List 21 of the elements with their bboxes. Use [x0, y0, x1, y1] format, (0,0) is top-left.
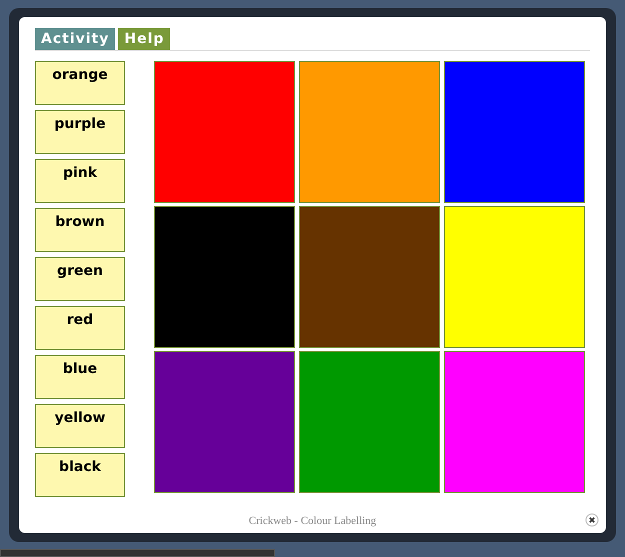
colour-label-card[interactable]: pink — [35, 159, 125, 203]
close-icon[interactable] — [585, 513, 599, 527]
footer-title: Crickweb - Colour Labelling — [248, 515, 376, 527]
colour-swatch[interactable] — [444, 351, 585, 493]
colour-label-card[interactable]: brown — [35, 208, 125, 252]
colour-swatch[interactable] — [299, 61, 440, 203]
colour-label-card[interactable]: green — [35, 257, 125, 301]
colour-swatch[interactable] — [299, 351, 440, 493]
colour-swatch[interactable] — [299, 206, 440, 348]
colour-label-card[interactable]: blue — [35, 355, 125, 399]
colour-swatch[interactable] — [444, 61, 585, 203]
colour-swatch[interactable] — [444, 206, 585, 348]
colour-label-card[interactable]: yellow — [35, 404, 125, 448]
tab[interactable]: Activity — [35, 28, 116, 50]
colour-swatch[interactable] — [154, 61, 295, 203]
colour-label-card[interactable]: orange — [35, 61, 125, 105]
colour-label-card[interactable]: red — [35, 306, 125, 350]
colour-label-card[interactable]: black — [35, 453, 125, 497]
colour-swatch[interactable] — [154, 351, 295, 493]
colour-swatch[interactable] — [154, 206, 295, 348]
colour-label-card[interactable]: purple — [35, 110, 125, 154]
